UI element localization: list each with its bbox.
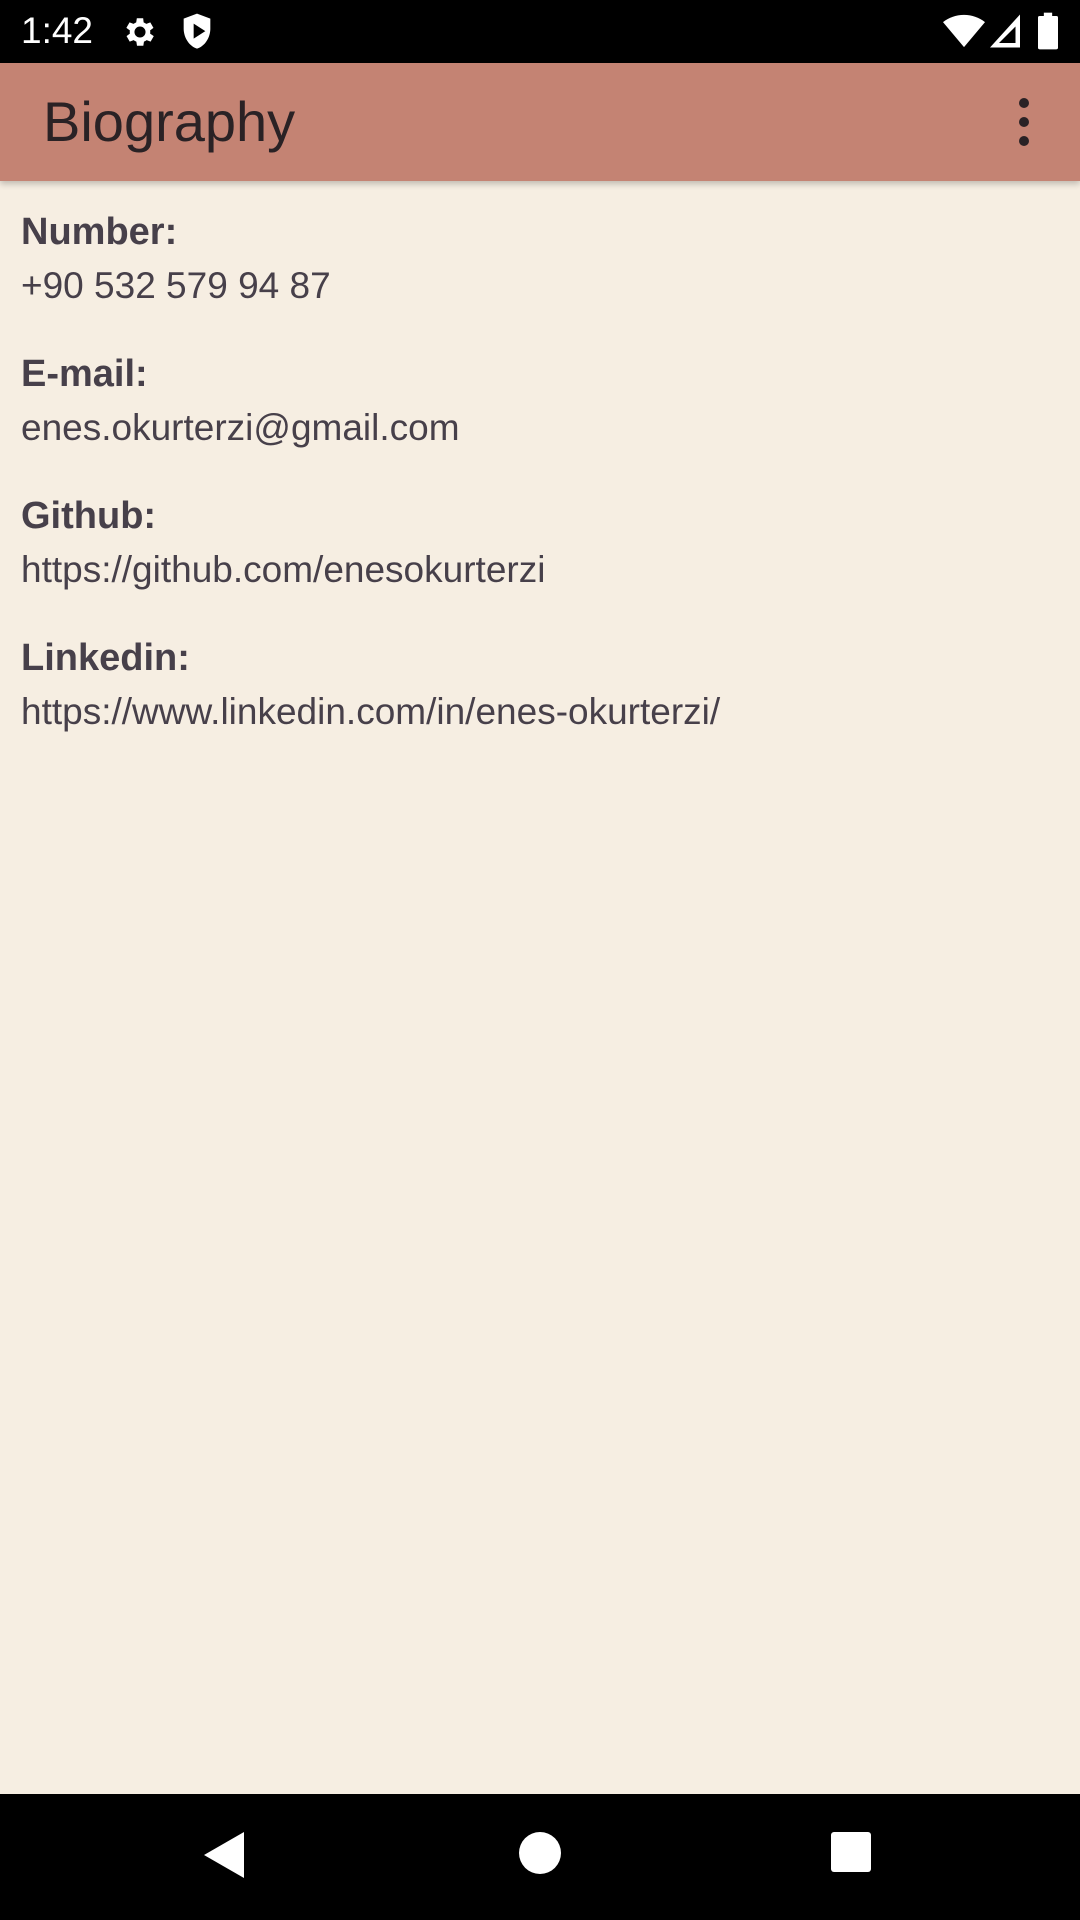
status-bar: 1:42 — [0, 0, 1080, 63]
linkedin-section: Linkedin: https://www.linkedin.com/in/en… — [21, 630, 1061, 738]
number-label: Number: — [21, 211, 178, 253]
linkedin-label: Linkedin: — [21, 637, 190, 679]
gear-icon — [126, 18, 154, 46]
github-label: Github: — [21, 495, 157, 537]
more-vert-icon — [1019, 98, 1029, 108]
app-bar: Biography — [0, 63, 1080, 181]
email-section: E-mail: enes.okurterzi@gmail.com — [21, 346, 1061, 454]
home-icon[interactable] — [519, 1832, 561, 1874]
more-vert-icon-dot — [1019, 136, 1029, 146]
wifi-icon — [943, 14, 985, 48]
number-section: Number: +90 532 579 94 87 — [21, 204, 1061, 312]
more-vert-icon-dot — [1019, 117, 1029, 127]
page-title: Biography — [43, 90, 296, 153]
github-value: https://github.com/enesokurterzi — [21, 549, 546, 590]
more-options-button[interactable] — [986, 84, 1062, 160]
status-time: 1:42 — [21, 10, 94, 51]
linkedin-value: https://www.linkedin.com/in/enes-okurter… — [21, 691, 721, 732]
recents-icon[interactable] — [831, 1832, 871, 1872]
email-label: E-mail: — [21, 353, 148, 395]
biography-content: Number: +90 532 579 94 87 E-mail: enes.o… — [21, 204, 1061, 772]
github-section: Github: https://github.com/enesokurterzi — [21, 488, 1061, 596]
email-value: enes.okurterzi@gmail.com — [21, 407, 460, 448]
screen: 1:42 Biography Number: +90 532 579 94 87… — [0, 0, 1080, 1920]
navigation-bar — [0, 1794, 1080, 1920]
back-icon[interactable] — [204, 1832, 244, 1878]
battery-icon — [1038, 12, 1058, 50]
number-value: +90 532 579 94 87 — [21, 265, 331, 306]
shield-icon — [183, 13, 211, 49]
cell-signal-icon — [990, 14, 1020, 48]
